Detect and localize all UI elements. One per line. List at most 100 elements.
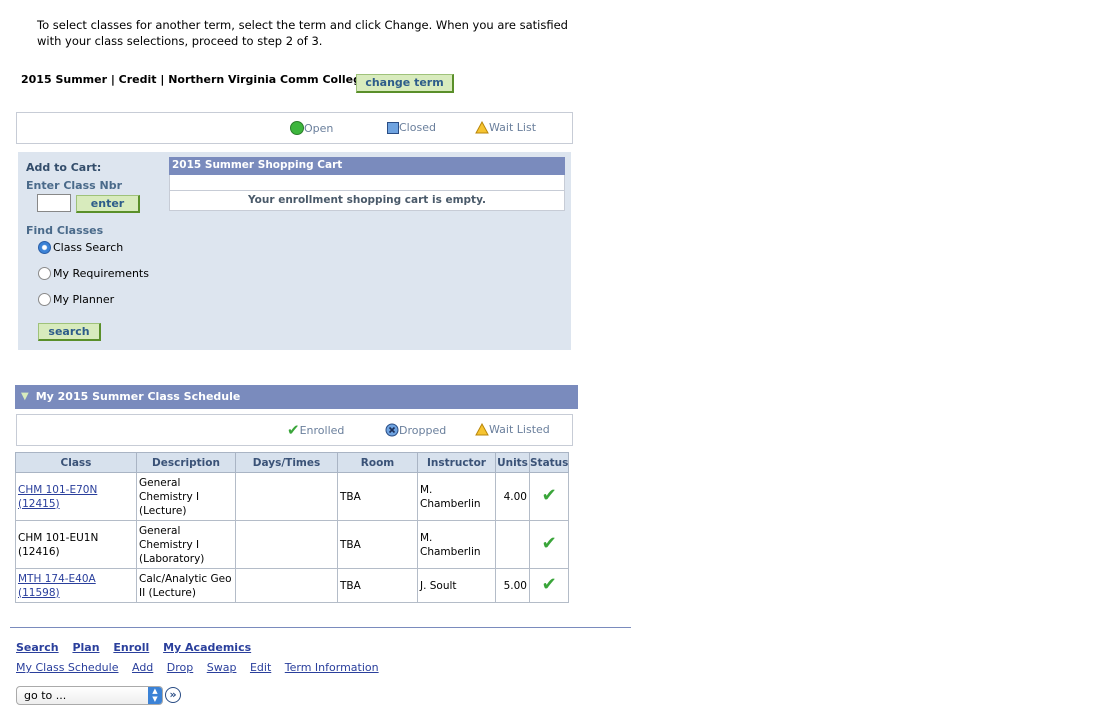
search-button[interactable]: search xyxy=(38,323,101,341)
col-days-times: Days/Times xyxy=(235,452,338,473)
instructor-line: Chamberlin xyxy=(420,545,481,558)
footer-link-my-class-schedule[interactable]: My Class Schedule xyxy=(16,661,118,674)
legend-enrolled-label: Enrolled xyxy=(299,423,345,437)
footer-nav-primary: Search Plan Enroll My Academics xyxy=(16,641,251,654)
change-term-button[interactable]: change term xyxy=(356,74,454,93)
legend-open: Open xyxy=(290,121,333,135)
status-cell: ✔ xyxy=(528,568,570,603)
col-units: Units xyxy=(495,452,530,473)
units-cell xyxy=(495,520,530,569)
collapse-icon[interactable]: ▼ xyxy=(21,384,29,410)
enrollment-legend: ✔ Enrolled Dropped Wait Listed xyxy=(16,414,573,446)
description-line: General xyxy=(139,476,181,489)
footer-divider xyxy=(10,627,631,628)
cart-panel: Add to Cart: Enter Class Nbr enter Find … xyxy=(18,152,571,350)
footer-link-edit[interactable]: Edit xyxy=(250,661,271,674)
footer-link-my-academics[interactable]: My Academics xyxy=(163,641,251,654)
footer-link-search[interactable]: Search xyxy=(16,641,59,654)
room-cell: TBA xyxy=(337,568,418,603)
option-my-planner[interactable]: My Planner xyxy=(38,293,114,306)
class-cell[interactable]: CHM 101-E70N (12415) xyxy=(15,472,137,521)
class-code-link[interactable]: CHM 101-E70N xyxy=(18,484,97,496)
footer-link-term-information[interactable]: Term Information xyxy=(285,661,379,674)
description-line: General xyxy=(139,524,181,537)
instructor-cell: M. Chamberlin xyxy=(417,520,496,569)
legend-dropped: Dropped xyxy=(385,423,446,437)
class-nbr-link[interactable]: (12415) xyxy=(18,498,60,510)
description-line: Calc/Analytic Geo xyxy=(139,572,232,585)
waitlisted-icon xyxy=(475,423,489,436)
days-times-cell xyxy=(235,472,338,521)
description-line: (Lecture) xyxy=(139,504,187,517)
footer-nav-secondary: My Class Schedule Add Drop Swap Edit Ter… xyxy=(16,661,379,674)
description-line: (Laboratory) xyxy=(139,552,205,565)
goto-go-icon[interactable]: » xyxy=(165,687,181,703)
col-room: Room xyxy=(337,452,418,473)
my-planner-radio[interactable] xyxy=(38,293,51,306)
status-cell: ✔ xyxy=(528,520,570,569)
legend-enrolled: ✔ Enrolled xyxy=(287,421,345,439)
schedule-header[interactable]: ▼ My 2015 Summer Class Schedule xyxy=(15,385,578,409)
status-cell: ✔ xyxy=(528,472,570,521)
table-row: CHM 101-EU1N (12416) General Chemistry I… xyxy=(15,520,570,569)
footer-link-swap[interactable]: Swap xyxy=(207,661,237,674)
shopping-cart-spacer xyxy=(169,175,565,190)
goto-select[interactable]: go to ... ▲ ▼ xyxy=(16,686,163,705)
enter-button[interactable]: enter xyxy=(76,195,140,213)
option-class-search[interactable]: Class Search xyxy=(38,241,123,254)
description-line: II (Lecture) xyxy=(139,586,196,599)
col-class: Class xyxy=(15,452,137,473)
footer-link-plan[interactable]: Plan xyxy=(72,641,99,654)
description-line: Chemistry I xyxy=(139,538,200,551)
closed-icon xyxy=(387,121,399,134)
class-nbr: (12416) xyxy=(18,545,60,558)
my-requirements-label: My Requirements xyxy=(53,267,149,280)
instructor-line: M. xyxy=(420,483,433,496)
enrolled-check-icon: ✔ xyxy=(287,421,300,439)
enter-class-nbr-label: Enter Class Nbr xyxy=(26,179,123,192)
col-status: Status xyxy=(528,452,570,473)
enrolled-check-icon: ✔ xyxy=(541,573,557,595)
units-cell: 4.00 xyxy=(495,472,530,521)
legend-waitlisted-label: Wait Listed xyxy=(489,423,550,436)
col-instructor: Instructor xyxy=(417,452,496,473)
description-line: Chemistry I xyxy=(139,490,200,503)
legend-waitlisted: Wait Listed xyxy=(475,423,550,436)
class-search-radio[interactable] xyxy=(38,241,51,254)
enrolled-check-icon: ✔ xyxy=(541,532,557,554)
legend-waitlist: Wait List xyxy=(475,121,536,134)
legend-dropped-label: Dropped xyxy=(399,423,447,437)
add-to-cart-label: Add to Cart: xyxy=(26,161,102,174)
legend-closed-label: Closed xyxy=(399,121,436,134)
footer-link-add[interactable]: Add xyxy=(132,661,153,674)
find-classes-label: Find Classes xyxy=(26,224,104,237)
room-cell: TBA xyxy=(337,472,418,521)
instructor-cell: J. Soult xyxy=(417,568,496,603)
option-my-requirements[interactable]: My Requirements xyxy=(38,267,149,280)
intro-text: To select classes for another term, sele… xyxy=(37,17,568,49)
instructor-line: M. xyxy=(420,531,433,544)
waitlist-icon xyxy=(475,121,489,134)
schedule-title: My 2015 Summer Class Schedule xyxy=(35,390,241,403)
enrolled-check-icon: ✔ xyxy=(541,484,557,506)
days-times-cell xyxy=(235,568,338,603)
class-nbr-input[interactable] xyxy=(37,194,71,212)
schedule-header-row: Class Description Days/Times Room Instru… xyxy=(15,452,570,473)
description-cell: General Chemistry I (Lecture) xyxy=(136,472,236,521)
my-requirements-radio[interactable] xyxy=(38,267,51,280)
description-cell: Calc/Analytic Geo II (Lecture) xyxy=(136,568,236,603)
my-planner-label: My Planner xyxy=(53,293,115,306)
class-cell: CHM 101-EU1N (12416) xyxy=(15,520,137,569)
instructor-line: J. Soult xyxy=(420,579,457,592)
class-cell[interactable]: MTH 174-E40A (11598) xyxy=(15,568,137,603)
instructor-line: Chamberlin xyxy=(420,497,481,510)
class-nbr-link[interactable]: (11598) xyxy=(18,587,60,599)
instructor-cell: M. Chamberlin xyxy=(417,472,496,521)
class-code-link[interactable]: MTH 174-E40A xyxy=(18,573,96,585)
footer-link-drop[interactable]: Drop xyxy=(167,661,193,674)
table-row: CHM 101-E70N (12415) General Chemistry I… xyxy=(15,472,570,521)
term-label: 2015 Summer | Credit | Northern Virginia… xyxy=(21,73,369,86)
footer-link-enroll[interactable]: Enroll xyxy=(113,641,149,654)
intro-line-1: To select classes for another term, sele… xyxy=(37,18,568,32)
units-cell: 5.00 xyxy=(495,568,530,603)
